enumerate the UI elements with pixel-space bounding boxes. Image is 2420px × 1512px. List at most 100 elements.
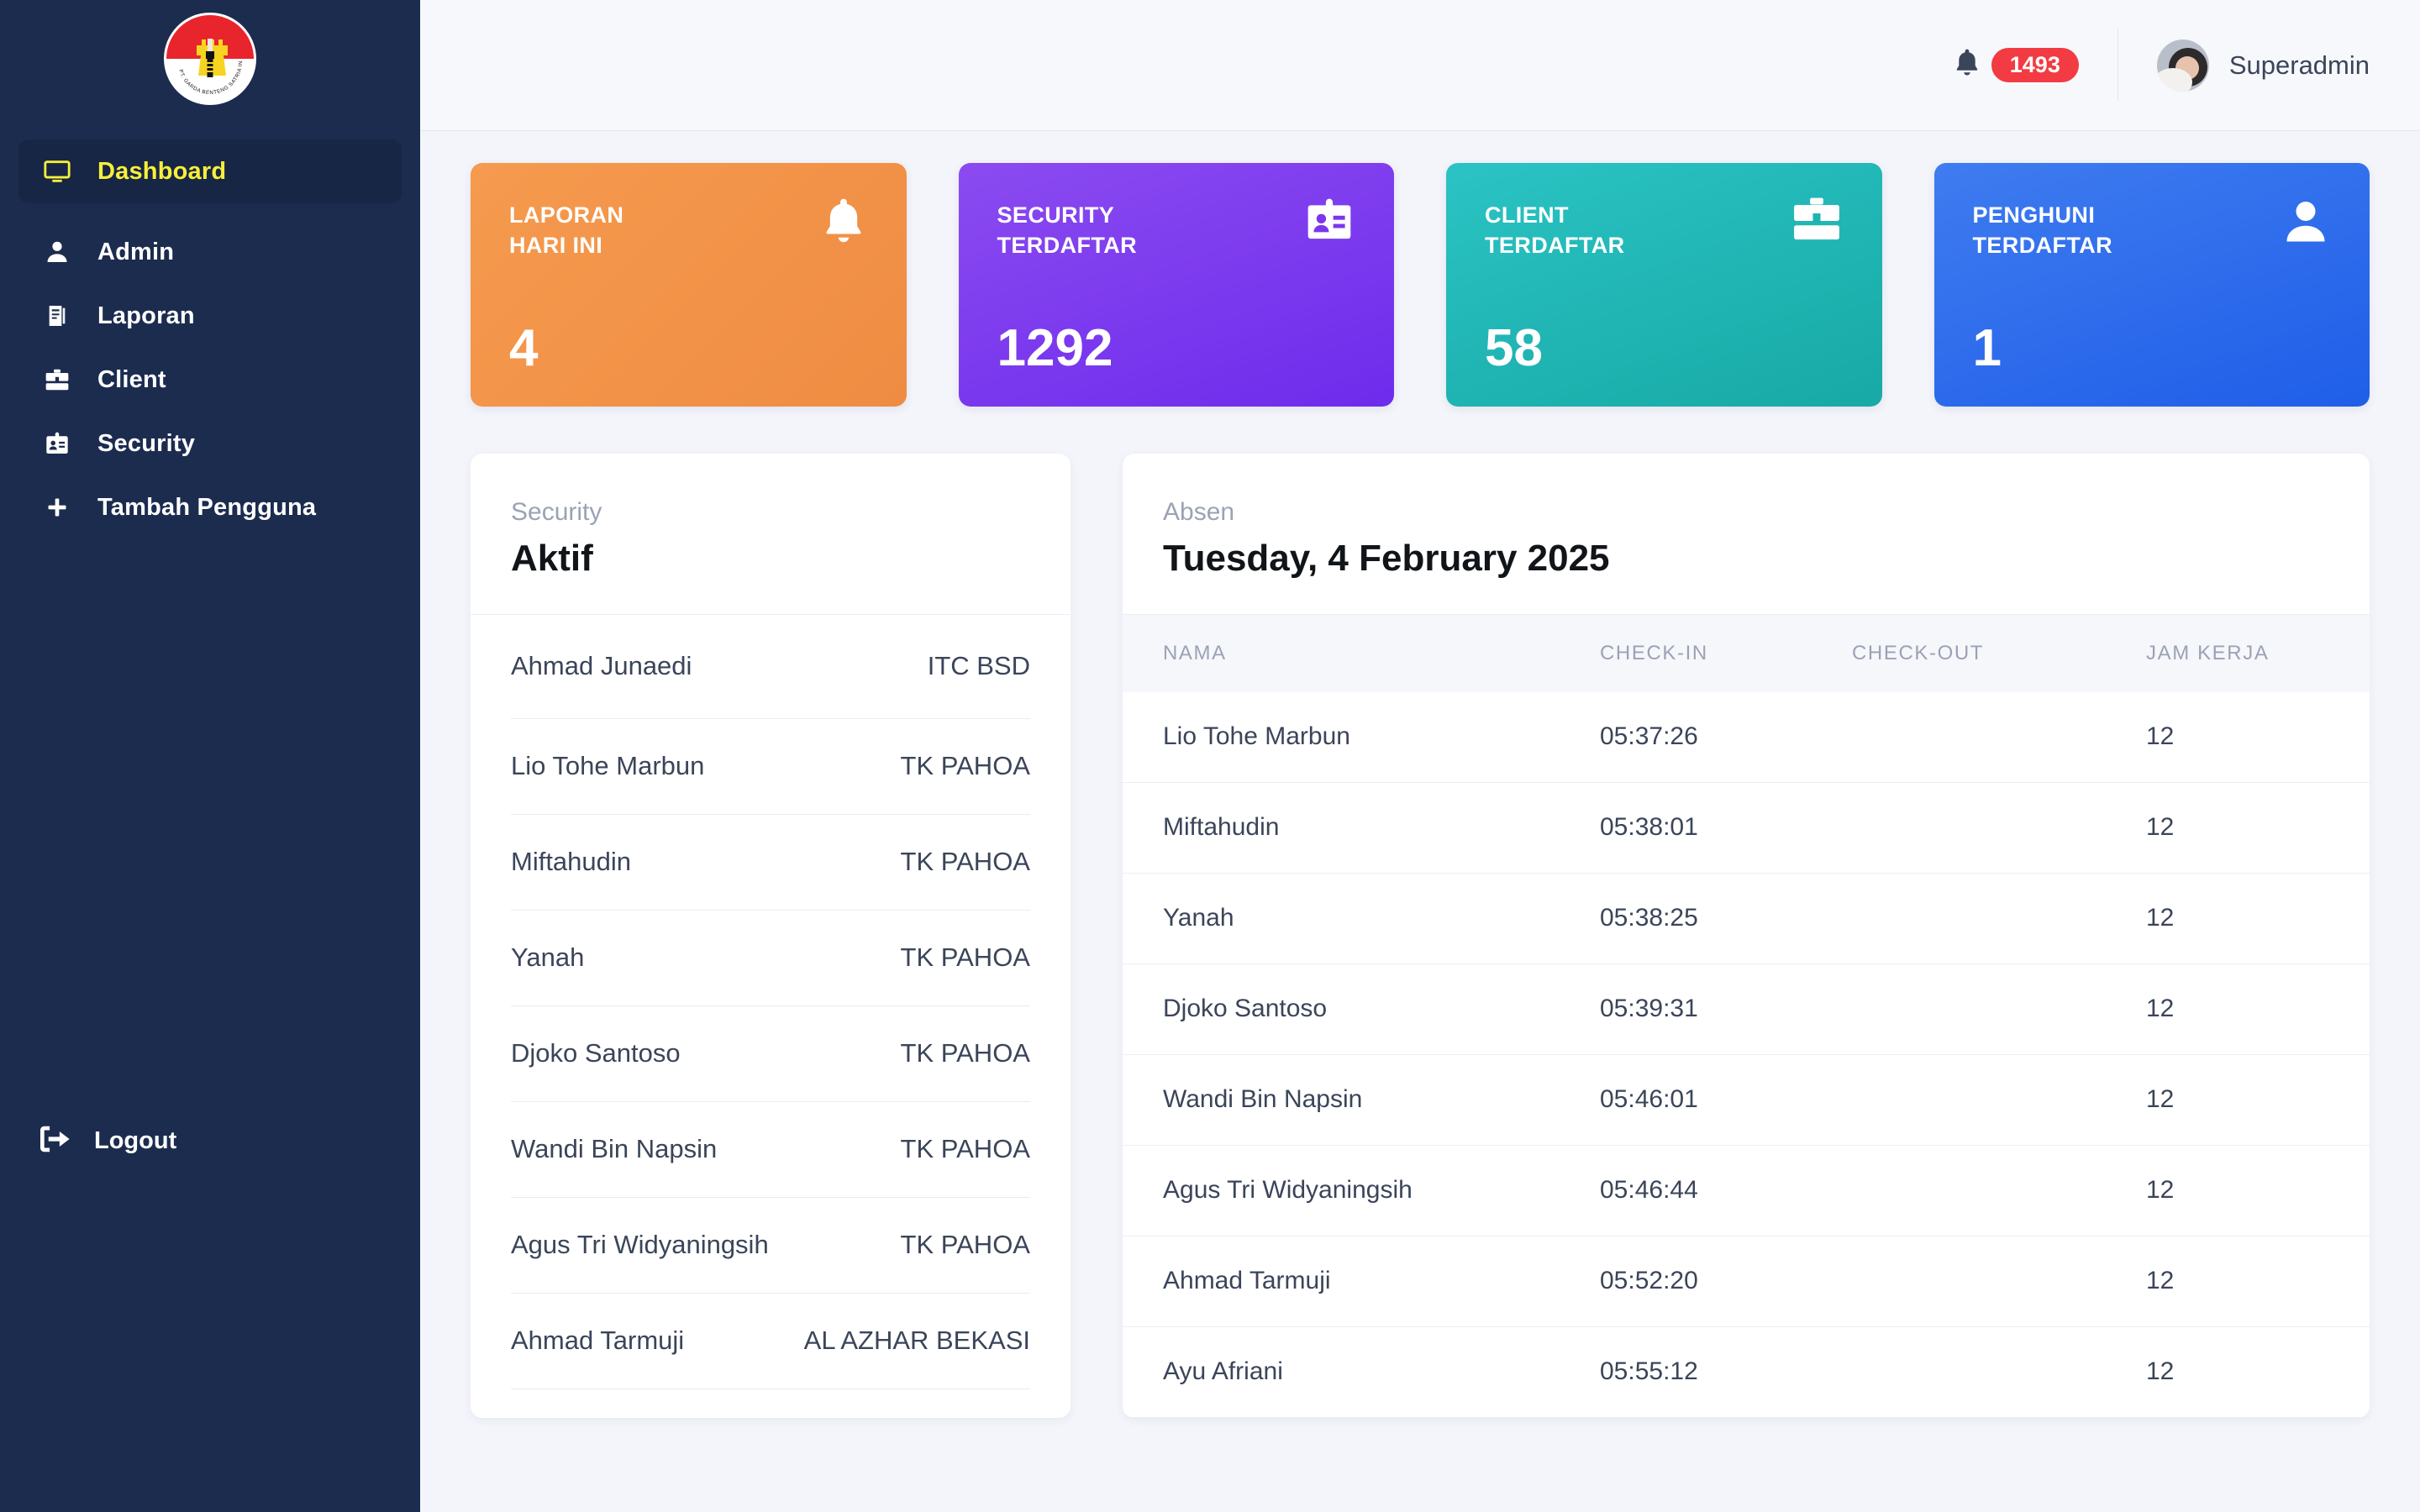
table-row[interactable]: Ayu Afriani 05:55:12 12 [1123, 1327, 2370, 1418]
bell-icon [1953, 48, 1981, 82]
stat-card-title-line2: HARI INI [509, 233, 603, 259]
absen-panel-title: Tuesday, 4 February 2025 [1163, 538, 1610, 579]
plus-icon [40, 496, 74, 519]
sidebar-item-security[interactable]: Security [18, 412, 402, 475]
main-area: 1493 Superadmin LAPORAN HARI INI 4 SECUR… [420, 0, 2420, 1512]
cell-nama: Djoko Santoso [1163, 995, 1328, 1023]
security-name: Yanah [511, 942, 585, 973]
column-header-check-out: CHECK-OUT [1852, 641, 1985, 664]
stat-card-title-line2: TERDAFTAR [997, 233, 1138, 259]
cell-check-in: 05:52:20 [1600, 1267, 1698, 1295]
stat-card-title-line1: LAPORAN [509, 202, 624, 228]
sidebar-nav: Dashboard Admin Laporan Client Security … [0, 139, 420, 539]
cell-check-in: 05:37:26 [1600, 722, 1698, 751]
stat-card-title-line2: TERDAFTAR [1972, 233, 2113, 259]
stat-card-penghuni-terdaftar[interactable]: PENGHUNI TERDAFTAR 1 [1933, 163, 2370, 407]
sidebar-item-laporan[interactable]: Laporan [18, 284, 402, 348]
stat-cards: LAPORAN HARI INI 4 SECURITY TERDAFTAR 12… [471, 163, 2370, 407]
column-header-jam-kerja: JAM KERJA [2146, 641, 2270, 664]
table-row[interactable]: Miftahudin 05:38:01 12 [1123, 783, 2370, 874]
stat-card-title-line1: SECURITY [997, 202, 1115, 228]
cell-nama: Miftahudin [1163, 813, 1280, 842]
cell-check-in: 05:46:01 [1600, 1085, 1698, 1114]
table-row[interactable]: Agus Tri Widyaningsih 05:46:44 12 [1123, 1146, 2370, 1236]
column-header-nama: NAMA [1163, 641, 1227, 664]
document-icon [40, 302, 74, 329]
cell-jam-kerja: 12 [2146, 1085, 2175, 1114]
notification-badge: 1493 [1991, 48, 2079, 82]
absen-panel-header: Absen Tuesday, 4 February 2025 [1123, 454, 2370, 615]
stat-card-laporan-hari-ini[interactable]: LAPORAN HARI INI 4 [471, 163, 907, 407]
absen-table-header: NAMA CHECK-IN CHECK-OUT JAM KERJA [1123, 614, 2370, 692]
column-header-check-in: CHECK-IN [1600, 641, 1708, 664]
security-name: Lio Tohe Marbun [511, 751, 705, 781]
list-item[interactable]: Miftahudin TK PAHOA [511, 815, 1030, 911]
user-name-label: Superadmin [2228, 50, 2370, 80]
list-item[interactable]: Ahmad Tarmuji AL AZHAR BEKASI [511, 1294, 1030, 1389]
logout-button[interactable]: Logout [0, 1126, 420, 1157]
id-card-icon [1303, 197, 1355, 251]
cell-nama: Ahmad Tarmuji [1163, 1267, 1331, 1295]
cell-jam-kerja: 12 [2146, 904, 2175, 932]
person-icon [2281, 197, 2331, 251]
cell-check-in: 05:38:01 [1600, 813, 1698, 842]
stat-card-title: LAPORAN HARI INI [509, 200, 868, 261]
table-row[interactable]: Lio Tohe Marbun 05:37:26 12 [1123, 692, 2370, 783]
sidebar-item-label: Security [97, 429, 196, 457]
list-item[interactable]: Djoko Santoso TK PAHOA [511, 1006, 1030, 1102]
notifications-button[interactable]: 1493 [1953, 48, 2079, 82]
bell-icon [819, 197, 868, 251]
logout-label: Logout [94, 1127, 177, 1154]
cell-nama: Yanah [1163, 904, 1234, 932]
cell-nama: Wandi Bin Napsin [1163, 1085, 1363, 1114]
list-item[interactable]: Wandi Bin Napsin TK PAHOA [511, 1102, 1030, 1198]
monitor-icon [40, 157, 74, 186]
sidebar-item-client[interactable]: Client [18, 348, 402, 412]
briefcase-icon [1790, 197, 1844, 249]
table-row[interactable]: Wandi Bin Napsin 05:46:01 12 [1123, 1055, 2370, 1146]
stat-card-security-terdaftar[interactable]: SECURITY TERDAFTAR 1292 [958, 163, 1394, 407]
list-item[interactable]: Agus Tri Widyaningsih TK PAHOA [511, 1198, 1030, 1294]
sidebar: PT. GARDA BENTENG SATRIA INDONESIA Dashb… [0, 0, 420, 1512]
topbar: 1493 Superadmin [420, 0, 2420, 131]
cell-nama: Ayu Afriani [1163, 1357, 1283, 1386]
security-location: TK PAHOA [900, 1038, 1030, 1068]
list-item[interactable]: Lio Tohe Marbun TK PAHOA [511, 719, 1030, 815]
table-row[interactable]: Yanah 05:38:25 12 [1123, 874, 2370, 964]
table-row[interactable]: Ahmad Tarmuji 05:52:20 12 [1123, 1236, 2370, 1327]
stat-card-value: 1292 [997, 319, 1113, 377]
stat-card-value: 4 [509, 319, 539, 377]
stat-card-client-terdaftar[interactable]: CLIENT TERDAFTAR 58 [1446, 163, 1882, 407]
security-name: Miftahudin [511, 847, 632, 877]
dashboard-panels: Security Aktif Ahmad Junaedi ITC BSD Lio… [471, 454, 2370, 1418]
content-area: LAPORAN HARI INI 4 SECURITY TERDAFTAR 12… [420, 131, 2420, 1512]
security-name: Ahmad Junaedi [511, 651, 692, 681]
sidebar-item-dashboard[interactable]: Dashboard [18, 139, 402, 203]
cell-jam-kerja: 12 [2146, 722, 2175, 751]
sidebar-item-label: Client [97, 365, 166, 393]
sidebar-item-tambah-pengguna[interactable]: Tambah Pengguna [18, 475, 402, 539]
sidebar-item-admin[interactable]: Admin [18, 220, 402, 284]
stat-card-title-line1: PENGHUNI [1972, 202, 2096, 228]
security-panel-header: Security Aktif [471, 454, 1071, 615]
list-item[interactable]: Ahmad Junaedi ITC BSD [511, 615, 1030, 719]
absen-panel: Absen Tuesday, 4 February 2025 NAMA CHEC… [1123, 454, 2370, 1418]
stat-card-value: 58 [1485, 319, 1543, 377]
security-name: Agus Tri Widyaningsih [511, 1230, 769, 1260]
table-row[interactable]: Djoko Santoso 05:39:31 12 [1123, 964, 2370, 1055]
app-root: PT. GARDA BENTENG SATRIA INDONESIA Dashb… [0, 0, 2420, 1512]
security-name: Wandi Bin Napsin [511, 1134, 718, 1164]
id-card-icon [40, 430, 74, 457]
cell-nama: Agus Tri Widyaningsih [1163, 1176, 1413, 1205]
sidebar-item-label: Admin [97, 238, 175, 265]
list-item[interactable]: Yanah TK PAHOA [511, 911, 1030, 1006]
cell-jam-kerja: 12 [2146, 1176, 2175, 1205]
cell-check-in: 05:55:12 [1600, 1357, 1698, 1386]
security-name: Ahmad Tarmuji [511, 1326, 685, 1356]
user-menu[interactable]: Superadmin [2156, 39, 2370, 92]
security-location: TK PAHOA [900, 1134, 1030, 1164]
stat-card-title: PENGHUNI TERDAFTAR [1973, 200, 2332, 261]
absen-panel-subtitle: Absen [1163, 498, 1235, 526]
cell-jam-kerja: 12 [2146, 813, 2175, 842]
